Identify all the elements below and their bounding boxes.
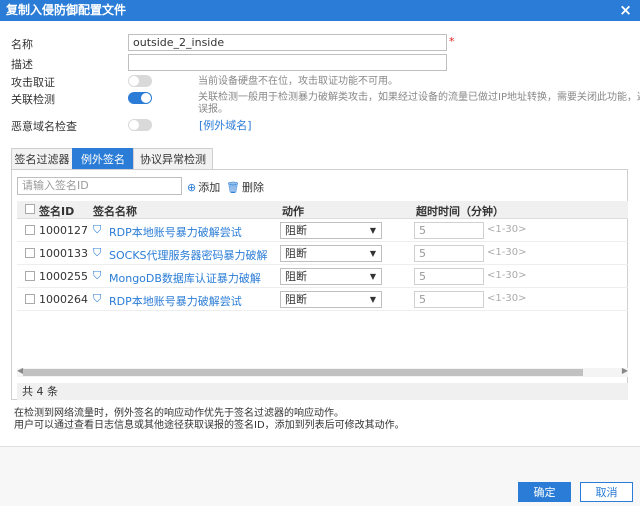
row-timeout-range: <1-30> bbox=[487, 247, 527, 258]
table-row[interactable]: 1000133 ⛉ SOCKS代理服务器密码暴力破解 阻断 ▼ 5 <1-30> bbox=[17, 243, 628, 265]
malicious-domain-toggle[interactable] bbox=[128, 119, 152, 131]
dropdown-arrow-icon: ▼ bbox=[369, 272, 376, 281]
note-line2: 用户可以通过查看日志信息或其他途径获取误报的签名ID，添加到列表后可修改其动作。 bbox=[14, 420, 405, 431]
header-signature-name: 签名名称 bbox=[93, 205, 137, 218]
shield-icon: ⛉ bbox=[93, 269, 102, 282]
header-timeout: 超时时间（分钟） bbox=[416, 205, 504, 218]
row-signature-name[interactable]: SOCKS代理服务器密码暴力破解 bbox=[109, 247, 268, 263]
horizontal-scrollbar[interactable]: ◀ ▶ bbox=[17, 366, 628, 377]
scrollbar-thumb[interactable] bbox=[23, 369, 583, 376]
toggle-knob bbox=[129, 120, 139, 130]
correlation-detection-toggle[interactable] bbox=[128, 92, 152, 104]
row-signature-name[interactable]: MongoDB数据库认证暴力破解 bbox=[109, 270, 261, 286]
tab-signature-filter[interactable]: 签名过滤器 bbox=[11, 148, 73, 170]
shield-icon: ⛉ bbox=[93, 246, 102, 259]
table-row[interactable]: 1000127 ⛉ RDP本地账号暴力破解尝试 阻断 ▼ 5 <1-30> bbox=[17, 220, 628, 242]
cancel-button[interactable]: 取消 bbox=[580, 482, 633, 502]
shield-icon: ⛉ bbox=[93, 292, 102, 305]
tab-protocol-anomaly[interactable]: 协议异常检测 bbox=[133, 148, 213, 170]
row-action-select[interactable]: 阻断 ▼ bbox=[280, 268, 382, 285]
row-timeout-range: <1-30> bbox=[487, 293, 527, 304]
add-button[interactable]: ⊕ 添加 bbox=[187, 179, 220, 195]
delete-button[interactable]: 🗑 删除 bbox=[226, 179, 264, 195]
row-action-select[interactable]: 阻断 ▼ bbox=[280, 222, 382, 239]
name-label: 名称 bbox=[11, 38, 33, 51]
exception-domain-link[interactable]: [例外域名] bbox=[199, 117, 252, 133]
add-button-label: 添加 bbox=[198, 181, 221, 194]
row-action-value: 阻断 bbox=[285, 224, 307, 237]
row-checkbox[interactable] bbox=[25, 294, 35, 304]
correlation-hint-line2: 误报。 bbox=[198, 104, 228, 115]
scroll-right-icon[interactable]: ▶ bbox=[622, 366, 628, 375]
header-action: 动作 bbox=[282, 205, 304, 218]
row-timeout-range: <1-30> bbox=[487, 224, 527, 235]
total-count: 共 4 条 bbox=[22, 385, 58, 398]
tab-exception-signature[interactable]: 例外签名 bbox=[72, 148, 134, 170]
correlation-detection-label: 关联检测 bbox=[11, 93, 55, 106]
select-all-checkbox[interactable] bbox=[25, 204, 35, 214]
toggle-knob bbox=[129, 76, 139, 86]
row-signature-id: 1000264 bbox=[39, 293, 88, 306]
table-row[interactable]: 1000264 ⛉ RDP本地账号暴力破解尝试 阻断 ▼ 5 <1-30> bbox=[17, 289, 628, 311]
correlation-hint-line1: 关联检测一般用于检测暴力破解类攻击，如果经过设备的流量已做过IP地址转换，需要关… bbox=[198, 92, 640, 103]
row-action-value: 阻断 bbox=[285, 247, 307, 260]
attack-forensics-hint: 当前设备硬盘不在位，攻击取证功能不可用。 bbox=[198, 76, 398, 87]
row-action-select[interactable]: 阻断 ▼ bbox=[280, 291, 382, 308]
row-timeout-input[interactable]: 5 bbox=[414, 222, 484, 239]
row-checkbox[interactable] bbox=[25, 248, 35, 258]
dialog-titlebar: 复制入侵防御配置文件 × bbox=[0, 0, 640, 21]
row-action-select[interactable]: 阻断 ▼ bbox=[280, 245, 382, 262]
malicious-domain-label: 恶意域名检查 bbox=[11, 120, 77, 133]
attack-forensics-toggle[interactable] bbox=[128, 75, 152, 87]
table-row[interactable]: 1000255 ⛉ MongoDB数据库认证暴力破解 阻断 ▼ 5 <1-30> bbox=[17, 266, 628, 288]
attack-forensics-label: 攻击取证 bbox=[11, 76, 55, 89]
delete-button-label: 删除 bbox=[241, 181, 264, 194]
row-signature-name[interactable]: RDP本地账号暴力破解尝试 bbox=[109, 293, 242, 309]
row-timeout-range: <1-30> bbox=[487, 270, 527, 281]
toggle-knob bbox=[141, 93, 151, 103]
ok-button[interactable]: 确定 bbox=[518, 482, 571, 502]
dropdown-arrow-icon: ▼ bbox=[369, 226, 376, 235]
dropdown-arrow-icon: ▼ bbox=[369, 295, 376, 304]
trash-icon: 🗑 bbox=[226, 181, 240, 194]
description-label: 描述 bbox=[11, 58, 33, 71]
dropdown-arrow-icon: ▼ bbox=[369, 249, 376, 258]
required-mark: * bbox=[449, 35, 455, 48]
row-timeout-input[interactable]: 5 bbox=[414, 291, 484, 308]
row-checkbox[interactable] bbox=[25, 271, 35, 281]
row-signature-id: 1000255 bbox=[39, 270, 88, 283]
header-signature-id: 签名ID bbox=[39, 205, 75, 218]
signature-id-search-input[interactable]: 请输入签名ID bbox=[17, 177, 182, 195]
row-signature-id: 1000133 bbox=[39, 247, 88, 260]
name-input[interactable] bbox=[128, 34, 447, 51]
plus-circle-icon: ⊕ bbox=[187, 181, 197, 194]
shield-icon: ⛉ bbox=[93, 223, 102, 236]
dialog-title: 复制入侵防御配置文件 bbox=[6, 3, 127, 17]
description-input[interactable] bbox=[128, 54, 447, 71]
row-action-value: 阻断 bbox=[285, 293, 307, 306]
table-header: 签名ID 签名名称 动作 超时时间（分钟） bbox=[17, 201, 628, 219]
row-signature-id: 1000127 bbox=[39, 224, 88, 237]
row-action-value: 阻断 bbox=[285, 270, 307, 283]
table-footer: 共 4 条 bbox=[17, 383, 628, 400]
close-icon[interactable]: × bbox=[618, 3, 633, 18]
row-timeout-input[interactable]: 5 bbox=[414, 245, 484, 262]
row-timeout-input[interactable]: 5 bbox=[414, 268, 484, 285]
row-signature-name[interactable]: RDP本地账号暴力破解尝试 bbox=[109, 224, 242, 240]
row-checkbox[interactable] bbox=[25, 225, 35, 235]
